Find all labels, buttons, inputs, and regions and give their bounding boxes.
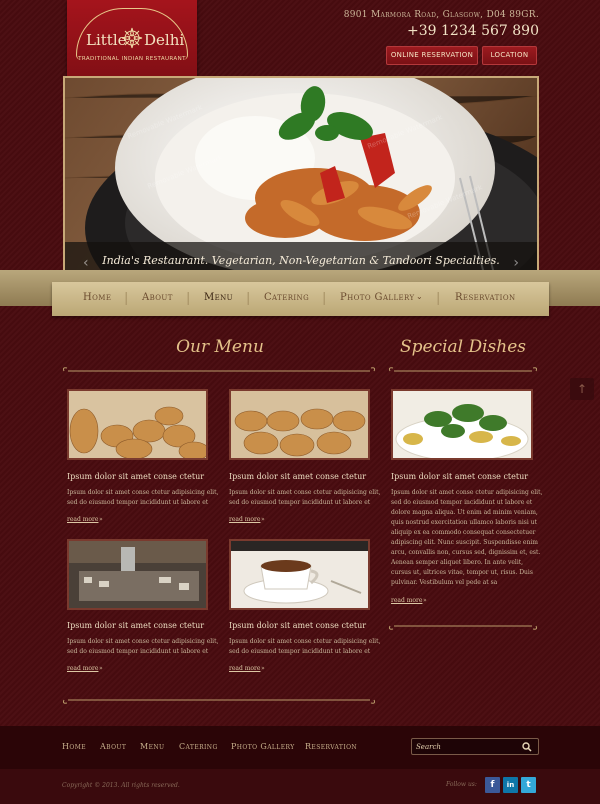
- special-dishes-title: Special Dishes: [399, 337, 527, 357]
- double-chevron-icon: »: [423, 597, 427, 604]
- linkedin-icon[interactable]: in: [503, 777, 518, 793]
- read-more-link[interactable]: read more: [67, 665, 98, 672]
- ornament-divider: [62, 699, 376, 704]
- menu-image-bread[interactable]: [229, 389, 370, 460]
- mandala-icon: [121, 27, 143, 49]
- special-dish-text: quis nostrud exercitation ullamco labori…: [391, 519, 537, 526]
- hero-caption: India's Restaurant. Vegetarian, Non-Vege…: [102, 254, 500, 267]
- read-more-link[interactable]: read more: [391, 597, 422, 604]
- logo-name-right: Delhi: [144, 31, 185, 49]
- read-more-link[interactable]: read more: [229, 516, 260, 523]
- footer-nav-photo-gallery[interactable]: Photo Gallery: [231, 742, 295, 751]
- special-dish-text: sed do eiusmod tempor incididunt ut labo…: [391, 499, 533, 506]
- special-dish-text: cursus ut, ultrices vitae, tempor ut, ri…: [391, 569, 533, 576]
- menu-card-text: sed do eiusmod tempor incididunt ut labo…: [67, 499, 209, 506]
- our-menu-title: Our Menu: [176, 337, 264, 357]
- nav-photo-gallery[interactable]: Photo Gallery: [340, 292, 415, 303]
- ornament-divider: [388, 367, 538, 372]
- menu-card-title: Ipsum dolor sit amet conse ctetur: [229, 472, 367, 481]
- nav-separator: |: [436, 291, 441, 306]
- menu-image-bread[interactable]: [67, 389, 208, 460]
- special-dish-text: Aenean semper aliquet libero. In ante ve…: [391, 559, 524, 566]
- double-chevron-icon: »: [99, 516, 103, 523]
- special-dish-text: adipiscing elit. Nunc suscipit. Suspendi…: [391, 539, 538, 546]
- nav-separator: |: [186, 291, 191, 306]
- double-chevron-icon: »: [99, 665, 103, 672]
- footer-nav-reservation[interactable]: Reservation: [305, 742, 357, 751]
- menu-card-text: Ipsum dolor sit amet conse ctetur adipis…: [229, 638, 381, 645]
- footer-nav-home[interactable]: Home: [62, 742, 86, 751]
- footer-nav-about[interactable]: About: [100, 742, 126, 751]
- nav-separator: |: [124, 291, 129, 306]
- special-dish-text: arcu, convallis non, cursus sed, digniss…: [391, 549, 541, 556]
- nav-separator: |: [322, 291, 327, 306]
- search-box: [411, 738, 539, 755]
- menu-card-text: sed do eiusmod tempor incididunt ut labo…: [229, 499, 371, 506]
- nav-separator: |: [246, 291, 251, 306]
- footer-nav-catering[interactable]: Catering: [179, 742, 218, 751]
- search-input[interactable]: [416, 740, 516, 753]
- chevron-right-icon[interactable]: ›: [513, 255, 519, 271]
- menu-card-title: Ipsum dolor sit amet conse ctetur: [67, 621, 205, 630]
- menu-card-text: Ipsum dolor sit amet conse ctetur adipis…: [67, 489, 219, 496]
- logo-tagline: TRADITIONAL INDIAN RESTAURANT: [78, 56, 186, 62]
- double-chevron-icon: »: [261, 516, 265, 523]
- hero-slider: Removable Watermark Removable Watermark …: [63, 76, 539, 283]
- copyright: Copyright © 2013. All rights reserved.: [62, 782, 180, 789]
- nav-catering[interactable]: Catering: [264, 292, 309, 303]
- special-dish-text: aliquip ex ea commodo consequat consecte…: [391, 529, 536, 536]
- nav-menu[interactable]: Menu: [204, 292, 233, 303]
- search-icon[interactable]: [522, 742, 532, 752]
- online-reservation-button[interactable]: ONLINE RESERVATION: [386, 46, 478, 65]
- menu-card-title: Ipsum dolor sit amet conse ctetur: [67, 472, 205, 481]
- special-dish-text: Ipsum dolor sit amet conse ctetur adipis…: [391, 489, 543, 496]
- nav-home[interactable]: Home: [83, 292, 111, 303]
- menu-card-text: Ipsum dolor sit amet conse ctetur adipis…: [229, 489, 381, 496]
- chevron-down-icon[interactable]: ⌄: [416, 292, 423, 301]
- menu-card-text: Ipsum dolor sit amet conse ctetur adipis…: [67, 638, 219, 645]
- special-dish-text: dolore magna aliqua. Ut enim ad minim ve…: [391, 509, 538, 516]
- main-nav: Home | About | Menu | Catering | Photo G…: [52, 282, 549, 316]
- nav-about[interactable]: About: [142, 292, 173, 303]
- footer-nav-menu[interactable]: Menu: [140, 742, 164, 751]
- logo[interactable]: Little Delhi TRADITIONAL INDIAN RESTAURA…: [67, 0, 197, 88]
- follow-label: Follow us:: [446, 781, 477, 788]
- facebook-icon[interactable]: f: [485, 777, 500, 793]
- ornament-divider: [388, 625, 538, 630]
- phone-number: +39 1234 567 890: [407, 23, 539, 39]
- nav-reservation[interactable]: Reservation: [455, 292, 516, 303]
- special-dish-title: Ipsum dolor sit amet conse ctetur: [391, 472, 529, 481]
- arrow-up-icon[interactable]: ↑: [570, 378, 594, 400]
- menu-image-coffee[interactable]: [229, 539, 370, 610]
- read-more-link[interactable]: read more: [67, 516, 98, 523]
- special-dish-text: pulvinar. Vestibulum vel pede at sa: [391, 579, 498, 586]
- menu-image-kitchen[interactable]: [67, 539, 208, 610]
- special-dish-image[interactable]: [391, 389, 533, 460]
- double-chevron-icon: »: [261, 665, 265, 672]
- location-button[interactable]: LOCATION: [482, 46, 537, 65]
- address: 8901 Marmora Road, Glasgow, D04 89GR.: [343, 10, 539, 20]
- menu-card-title: Ipsum dolor sit amet conse ctetur: [229, 621, 367, 630]
- read-more-link[interactable]: read more: [229, 665, 260, 672]
- menu-card-text: sed do eiusmod tempor incididunt ut labo…: [229, 648, 371, 655]
- ornament-divider: [62, 367, 376, 372]
- menu-card-text: sed do eiusmod tempor incididunt ut labo…: [67, 648, 209, 655]
- twitter-icon[interactable]: t: [521, 777, 536, 793]
